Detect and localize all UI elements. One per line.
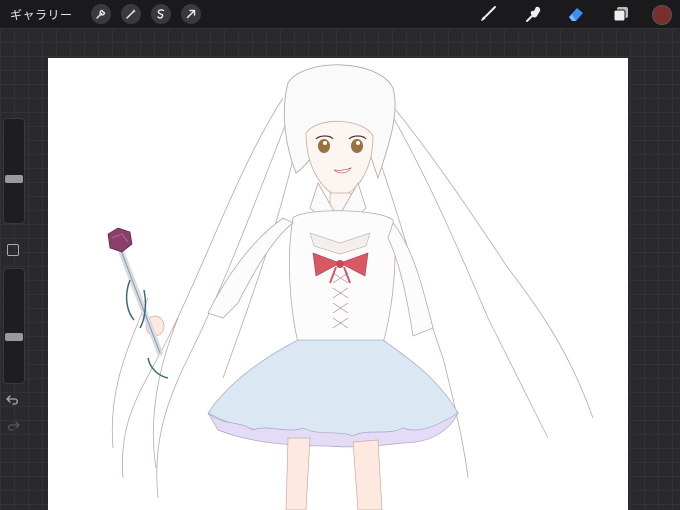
artwork-illustration <box>107 64 594 510</box>
gallery-button[interactable]: ギャラリー <box>10 6 73 23</box>
brush-size-slider-thumb[interactable] <box>5 175 23 184</box>
left-sidebar <box>3 118 25 438</box>
wrench-icon[interactable] <box>90 4 111 24</box>
eraser-icon[interactable] <box>566 4 586 24</box>
brush-icon[interactable] <box>478 4 498 24</box>
top-toolbar: ギャラリー <box>0 0 680 28</box>
modify-button[interactable] <box>7 244 19 256</box>
layers-icon[interactable] <box>611 4 631 24</box>
smudge-icon[interactable] <box>524 4 544 24</box>
undo-icon[interactable] <box>5 394 21 408</box>
selection-icon[interactable] <box>150 4 171 24</box>
transform-icon[interactable] <box>180 4 201 24</box>
current-color-swatch[interactable] <box>652 5 672 25</box>
redo-icon[interactable] <box>5 420 21 434</box>
opacity-slider-thumb[interactable] <box>5 333 23 342</box>
brush-size-slider[interactable] <box>3 118 25 224</box>
magic-wand-icon[interactable] <box>120 4 141 24</box>
drawing-canvas[interactable] <box>48 58 628 510</box>
opacity-slider[interactable] <box>3 268 25 384</box>
